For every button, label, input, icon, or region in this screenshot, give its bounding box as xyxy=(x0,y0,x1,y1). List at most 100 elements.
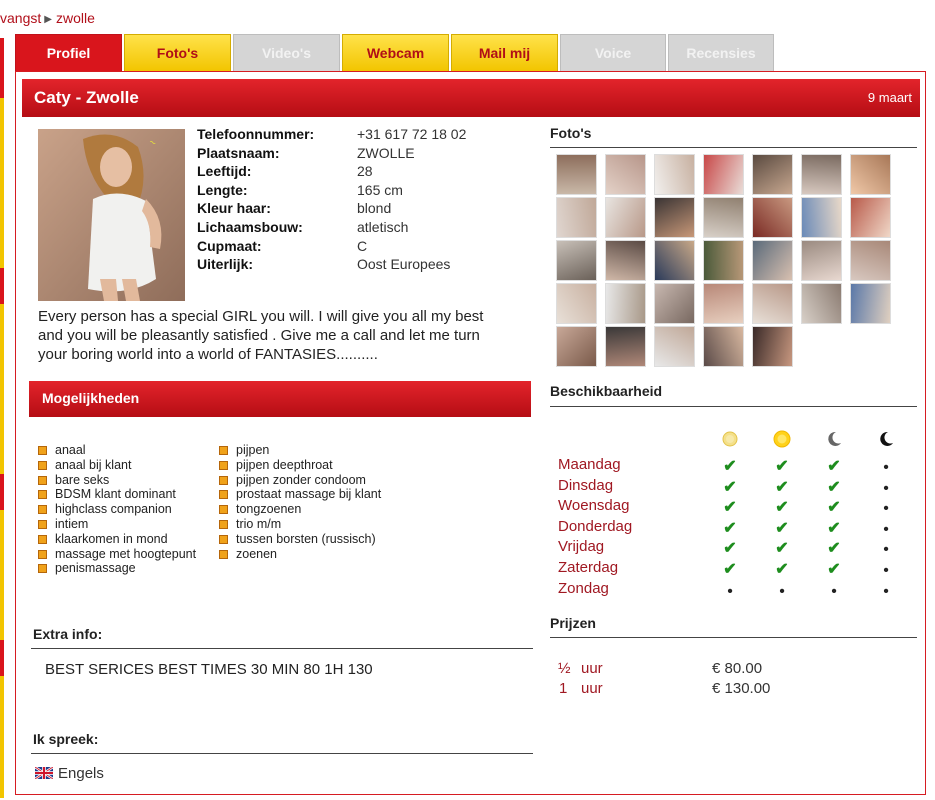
photo-thumbnail[interactable] xyxy=(654,197,695,238)
day-label: Donderdag xyxy=(558,517,633,535)
check-icon: ✔ xyxy=(775,561,789,578)
photo-thumbnail[interactable] xyxy=(801,154,842,195)
price-unit: uur xyxy=(581,660,603,677)
option-item: trio m/m xyxy=(219,517,381,532)
option-label: highclass companion xyxy=(55,502,172,517)
photo-thumbnail[interactable] xyxy=(556,240,597,281)
photo-thumbnail[interactable] xyxy=(801,240,842,281)
photo-thumbnail[interactable] xyxy=(605,326,646,367)
photo-thumbnail[interactable] xyxy=(605,283,646,324)
price-value: € 130.00 xyxy=(712,680,771,697)
option-label: trio m/m xyxy=(236,516,282,531)
profile-photo[interactable]: ~ xyxy=(38,129,185,301)
detail-label: Uiterlijk: xyxy=(197,256,254,273)
tab-voice[interactable]: Voice xyxy=(560,34,666,71)
photo-thumbnail[interactable] xyxy=(556,197,597,238)
detail-value: +31 617 72 18 02 xyxy=(357,126,467,142)
photo-thumbnail[interactable] xyxy=(752,197,793,238)
option-label: bare seks xyxy=(55,472,110,487)
mogelijkheden-header: Mogelijkheden xyxy=(29,381,531,417)
detail-value: 28 xyxy=(357,163,373,180)
photo-thumbnail[interactable] xyxy=(605,197,646,238)
photo-thumbnail[interactable] xyxy=(654,283,695,324)
option-item: prostaat massage bij klant xyxy=(219,487,381,502)
detail-row: Telefoonnummer: +31 617 72 18 02 xyxy=(197,125,466,144)
check-icon: ✔ xyxy=(775,499,789,517)
profile-header: Caty - Zwolle 9 maart xyxy=(22,79,920,117)
option-label: tussen borsten (russisch) xyxy=(236,531,376,546)
photo-thumbnail[interactable] xyxy=(752,283,793,324)
breadcrumb-prev-link[interactable]: vangst xyxy=(0,10,41,26)
tab-videos[interactable]: Video's xyxy=(233,34,340,71)
moon-icon xyxy=(824,430,844,453)
detail-row: Leeftijd: 28 xyxy=(197,162,466,181)
tab-recensies[interactable]: Recensies xyxy=(668,34,774,71)
option-item: zoenen xyxy=(219,547,381,562)
price-amount: 1 xyxy=(559,680,568,697)
detail-label: Telefoonnummer: xyxy=(197,126,315,142)
tab-fotos[interactable]: Foto's xyxy=(124,34,231,71)
photos-divider xyxy=(550,147,917,148)
photo-thumbnail[interactable] xyxy=(556,154,597,195)
prices-divider xyxy=(550,637,917,638)
left-edge-strip xyxy=(0,38,4,798)
prices-title: Prijzen xyxy=(550,615,596,631)
check-icon: ✔ xyxy=(775,540,789,558)
tab-profiel[interactable]: Profiel xyxy=(15,34,122,72)
photo-thumbnail[interactable] xyxy=(703,240,744,281)
bullet-square-icon xyxy=(219,490,228,500)
photo-thumbnail[interactable] xyxy=(654,326,695,367)
photo-thumbnail[interactable] xyxy=(605,154,646,195)
detail-label: Lengte: xyxy=(197,181,248,198)
photo-thumbnail[interactable] xyxy=(752,326,793,367)
photo-thumbnail[interactable] xyxy=(605,240,646,281)
photo-thumbnail[interactable] xyxy=(703,197,744,238)
bullet-square-icon xyxy=(219,475,228,485)
photo-thumbnail[interactable] xyxy=(752,240,793,281)
photo-thumbnail[interactable] xyxy=(850,197,891,238)
photo-thumbnail[interactable] xyxy=(703,326,744,367)
dot-icon: • xyxy=(779,582,785,600)
bullet-square-icon xyxy=(38,519,47,529)
option-item: pijpen xyxy=(219,443,381,458)
photo-thumbnail[interactable] xyxy=(850,154,891,195)
dot-icon: • xyxy=(883,500,889,518)
mogelijkheden-list-2: pijpen pijpen deepthroat pijpen zonder con… xyxy=(219,443,381,561)
option-item: tongzoenen xyxy=(219,502,381,517)
detail-value: 165 cm xyxy=(357,181,403,198)
tab-mail-mij[interactable]: Mail mij xyxy=(451,34,558,71)
photo-thumbnail[interactable] xyxy=(801,197,842,238)
photo-thumbnail[interactable] xyxy=(752,154,793,195)
option-item: BDSM klant dominant xyxy=(38,487,196,502)
check-icon: ✔ xyxy=(827,540,841,558)
bullet-square-icon xyxy=(38,446,47,455)
profile-name: Caty - Zwolle xyxy=(34,88,139,107)
detail-value: ZWOLLE xyxy=(357,144,415,161)
photo-thumbnail[interactable] xyxy=(654,240,695,281)
bullet-square-icon xyxy=(38,534,47,544)
photo-thumbnail[interactable] xyxy=(850,240,891,281)
extra-info-divider xyxy=(31,648,533,649)
detail-row: Lichaamsbouw: atletisch xyxy=(197,218,466,237)
photo-thumbnail[interactable] xyxy=(801,283,842,324)
uk-flag-icon xyxy=(35,767,53,779)
profile-details: Telefoonnummer: +31 617 72 18 02 Plaatsnaa… xyxy=(197,125,466,274)
bullet-square-icon xyxy=(38,475,47,485)
option-item: massage met hoogtepunt xyxy=(38,547,196,562)
dark-moon-icon xyxy=(876,430,896,453)
photo-thumbnail[interactable] xyxy=(654,154,695,195)
photo-thumbnail[interactable] xyxy=(556,283,597,324)
bullet-square-icon xyxy=(219,460,228,470)
option-label: massage met hoogtepunt xyxy=(55,546,197,561)
check-icon: ✔ xyxy=(827,561,841,578)
breadcrumb-current-link[interactable]: zwolle xyxy=(56,10,95,26)
tab-webcam[interactable]: Webcam xyxy=(342,34,449,71)
photo-thumbnail[interactable] xyxy=(850,283,891,324)
photo-thumbnail[interactable] xyxy=(703,154,744,195)
photo-thumbnail[interactable] xyxy=(556,326,597,367)
breadcrumb: vangst ▶ zwolle xyxy=(0,10,95,26)
dot-icon: • xyxy=(831,582,837,600)
photo-thumbnail[interactable] xyxy=(703,283,744,324)
day-label: Maandag xyxy=(558,456,621,473)
check-icon: ✔ xyxy=(827,519,841,537)
